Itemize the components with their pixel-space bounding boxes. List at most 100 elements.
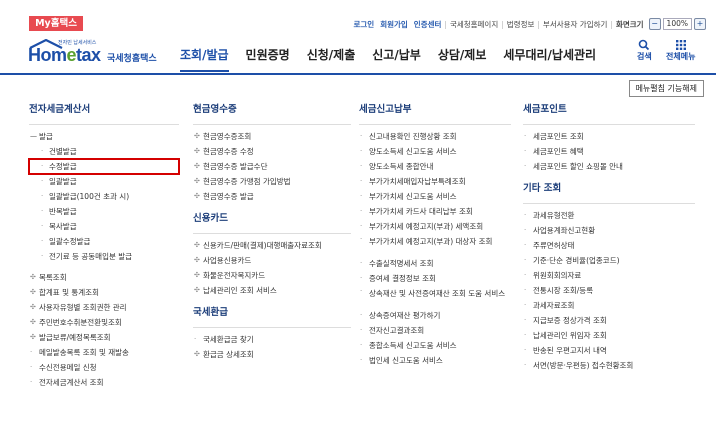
menu-link-highlighted[interactable]: · 수정발급 — [28, 158, 180, 175]
menu-link[interactable]: · 기준·단순 경비율(업종코드) — [523, 253, 695, 268]
menu-link[interactable]: ✣ 현금영수증 발급 — [193, 189, 351, 204]
menu-link[interactable]: · 일괄발급 — [29, 174, 179, 189]
menu-link[interactable]: · 세금포인트 조회 — [523, 129, 695, 144]
menu-link[interactable]: · 납세관리인 위임자 조회 — [523, 328, 695, 343]
bullet-icon: · — [360, 207, 363, 215]
menu-link[interactable]: · 국세환급금 찾기 — [193, 332, 351, 347]
menu-link[interactable]: · 상속재산 및 사전증여재산 조회 도움 서비스 — [359, 286, 511, 308]
menu-certificates[interactable]: 민원증명 — [246, 46, 290, 72]
menu-link[interactable]: — 발급 — [29, 129, 179, 144]
menu-link[interactable]: · 수출실적명세서 조회 — [359, 256, 511, 271]
main-menu: 조회/발급 민원증명 신청/제출 신고/납부 상담/제보 세무대리/납세관리 — [180, 46, 613, 72]
menu-inquiry-issue[interactable]: 조회/발급 — [180, 46, 229, 72]
expand-plus-icon: ✣ — [194, 350, 200, 358]
menu-link-label: 복사발급 — [49, 222, 77, 231]
menu-link[interactable]: ✣ 발급보류/예정목록조회 — [29, 330, 179, 345]
bullet-icon: · — [194, 335, 197, 343]
hometax-logo[interactable]: 전자민 납세서비스 Hometax 국세청홈택스 — [28, 39, 158, 69]
expand-plus-icon: ✣ — [194, 192, 200, 200]
login-link[interactable]: 로그인 — [350, 19, 377, 30]
menu-link[interactable]: ✣ 사업용신용카드 — [193, 253, 351, 268]
menu-link[interactable]: ✣ 주민번호수취분전환및조회 — [29, 315, 179, 330]
menu-link[interactable]: · 과세유형전환 — [523, 208, 695, 223]
menu-link[interactable]: · 세금포인트 혜택 — [523, 144, 695, 159]
menu-link-label: 사업용신용카드 — [203, 256, 252, 265]
menu-report-pay[interactable]: 신고/납부 — [372, 46, 421, 72]
menu-link[interactable]: · 일괄발급(100건 초과 시) — [29, 189, 179, 204]
bullet-icon: · — [41, 222, 44, 230]
menu-link[interactable]: · 부가가치세 예정고지(부과) 세액조회 — [359, 219, 511, 234]
menu-link[interactable]: ✣ 사용자유형별 조회권한 관리 — [29, 300, 179, 315]
menu-link-label: 세금포인트 할인 쇼핑몰 안내 — [533, 162, 623, 171]
column-tax-points: 세금포인트 · 세금포인트 조회 · 세금포인트 혜택 · 세금포인트 할인 쇼핑몰 안내 기… — [523, 103, 695, 373]
menu-link[interactable]: · 부가가치세 카드사 대리납부 조회 — [359, 204, 511, 219]
bullet-icon: · — [360, 147, 363, 155]
zoom-in-button[interactable]: + — [694, 18, 706, 30]
dept-user-signup-link[interactable]: 부서사용자 가입하기 — [540, 19, 610, 30]
menu-tax-agent[interactable]: 세무대리/납세관리 — [503, 46, 596, 72]
zoom-out-button[interactable]: − — [648, 18, 661, 30]
menu-link-label: 전자신고결과조회 — [369, 326, 425, 335]
menu-link[interactable]: · 양도소득세 신고도움 서비스 — [359, 144, 511, 159]
menu-link[interactable]: ✣ 현금영수증조회 — [193, 129, 351, 144]
menu-link[interactable]: ✣ 납세관리인 조회 서비스 — [193, 283, 351, 298]
menu-link[interactable]: · 부가가치세 신고도움 서비스 — [359, 189, 511, 204]
menu-link-label: 지급보증 정상가격 조회 — [533, 316, 607, 325]
menu-expand-release-button[interactable]: 메뉴펼침 기능해제 — [628, 80, 704, 97]
menu-link[interactable]: · 양도소득세 종합안내 — [359, 159, 511, 174]
menu-link[interactable]: ✣ 신용카드/판매(결제)대행매출자료조회 — [193, 238, 351, 253]
menu-link[interactable]: · 법인세 신고도움 서비스 — [359, 353, 511, 368]
expand-plus-icon: ✣ — [194, 256, 200, 264]
menu-link-label: 사용자유형별 조회권한 관리 — [39, 303, 127, 312]
menu-link-label: 현금영수증 발급 — [203, 192, 254, 201]
menu-link[interactable]: ✣ 현금영수증 수정 — [193, 144, 351, 159]
menu-link[interactable]: · 종합소득세 신고도움 서비스 — [359, 338, 511, 353]
menu-link[interactable]: · 반송된 우편고지서 내역 — [523, 343, 695, 358]
menu-link[interactable]: · 전자세금계산서 조회 — [29, 375, 179, 390]
menu-link[interactable]: · 전통시장 조회/등록 — [523, 283, 695, 298]
search-button[interactable]: 검색 — [637, 39, 652, 62]
logo-e: e — [66, 45, 77, 65]
menu-link[interactable]: · 신고내용확인 진행상황 조회 — [359, 129, 511, 144]
logo-tail: tax — [76, 45, 101, 65]
expand-plus-icon: ✣ — [194, 162, 200, 170]
nts-homepage-link[interactable]: 국세청홈페이지 — [447, 19, 501, 30]
menu-link[interactable]: · 반복발급 — [29, 204, 179, 219]
cert-center-link[interactable]: 인증센터 — [411, 19, 445, 30]
menu-link[interactable]: ✣ 합계표 및 통계조회 — [29, 285, 179, 300]
menu-link[interactable]: ✣ 목록조회 — [29, 270, 179, 285]
menu-link[interactable]: · 사업용계좌신고현황 — [523, 223, 695, 238]
menu-link[interactable]: · 지급보증 정상가격 조회 — [523, 313, 695, 328]
menu-link-label: 건별발급 — [49, 147, 77, 156]
menu-link[interactable]: · 일괄수정발급 — [29, 234, 179, 249]
my-hometax-button[interactable]: My홈택스 — [29, 16, 83, 31]
menu-link-label: 세금포인트 혜택 — [533, 147, 584, 156]
menu-apply-submit[interactable]: 신청/제출 — [307, 46, 356, 72]
menu-link[interactable]: · 복사발급 — [29, 219, 179, 234]
menu-link[interactable]: · 부가가치세매입자납부특례조회 — [359, 174, 511, 189]
law-info-link[interactable]: 법령정보 — [504, 19, 538, 30]
menu-link[interactable]: ✣ 현금영수증 발급수단 — [193, 159, 351, 174]
menu-link[interactable]: · 수신전용메일 신청 — [29, 360, 179, 375]
menu-link[interactable]: · 부가가치세 예정고지(부과) 대상자 조회 — [359, 234, 511, 256]
menu-link[interactable]: · 주류면허상태 — [523, 238, 695, 253]
menu-link[interactable]: · 전자신고결과조회 — [359, 323, 511, 338]
menu-link[interactable]: · 건별발급 — [29, 144, 179, 159]
menu-link[interactable]: · 상속증여재산 평가하기 — [359, 308, 511, 323]
menu-link[interactable]: · 전기료 등 공동매입분 발급 — [29, 249, 179, 264]
menu-link[interactable]: ✣ 환급금 상세조회 — [193, 347, 351, 362]
menu-link-label: 반복발급 — [49, 207, 77, 216]
menu-link[interactable]: · 서면(방문·우편등) 접수현황조회 — [523, 358, 695, 373]
menu-link-label: 양도소득세 신고도움 서비스 — [369, 147, 457, 156]
menu-link[interactable]: · 메일발송목록 조회 및 재발송 — [29, 345, 179, 360]
all-menu-button[interactable]: 전체메뉴 — [666, 39, 695, 62]
menu-link[interactable]: · 과세자료조회 — [523, 298, 695, 313]
menu-link[interactable]: · 위원회회의자료 — [523, 268, 695, 283]
signup-link[interactable]: 회원가입 — [377, 19, 411, 30]
menu-link[interactable]: · 증여세 결정정보 조회 — [359, 271, 511, 286]
menu-link[interactable]: · 세금포인트 할인 쇼핑몰 안내 — [523, 159, 695, 174]
menu-link[interactable]: ✣ 현금영수증 가맹점 가입방법 — [193, 174, 351, 189]
menu-consult-report[interactable]: 상담/제보 — [438, 46, 487, 72]
bullet-icon: · — [41, 177, 44, 185]
menu-link[interactable]: ✣ 화물운전자복지카드 — [193, 268, 351, 283]
